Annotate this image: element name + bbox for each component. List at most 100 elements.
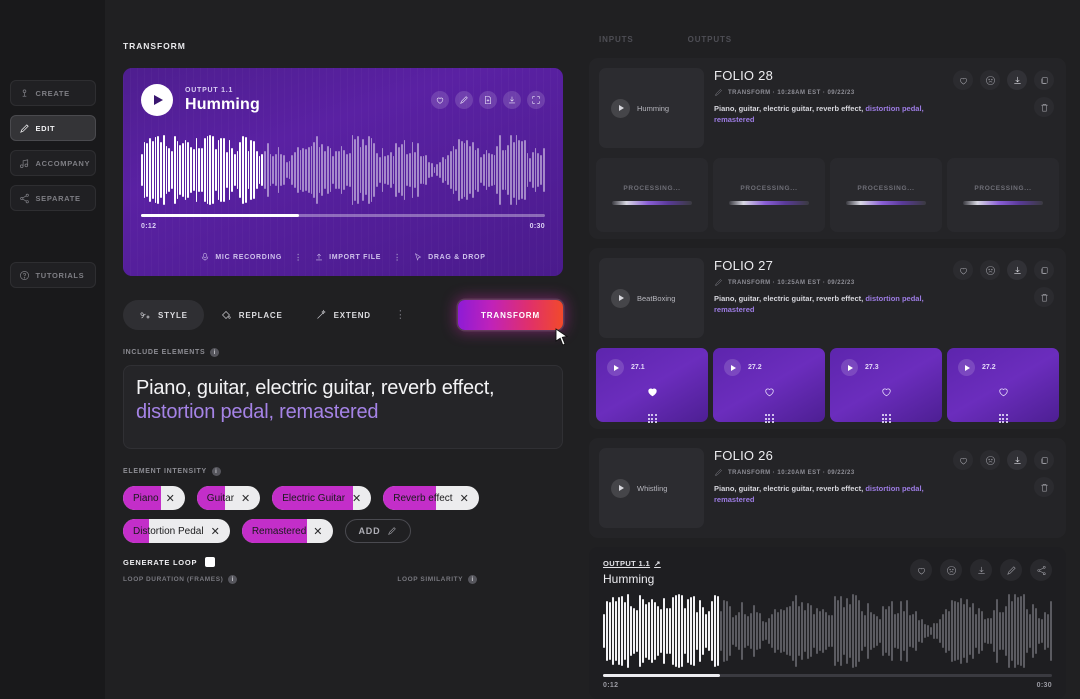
waveform-bar xyxy=(627,594,629,668)
sidebar-item-edit[interactable]: EDIT xyxy=(9,115,96,141)
close-icon[interactable]: ✕ xyxy=(352,492,361,505)
play-button[interactable] xyxy=(958,359,975,376)
style-button[interactable]: STYLE xyxy=(123,300,204,330)
play-button[interactable] xyxy=(611,98,630,118)
play-button[interactable] xyxy=(724,359,741,376)
grid-menu-icon[interactable] xyxy=(998,414,1008,423)
sad-face-icon-button[interactable] xyxy=(980,260,1000,280)
waveform-bar xyxy=(447,155,449,185)
bottom-seek-bar[interactable] xyxy=(603,674,1052,677)
more-options-button[interactable]: ⋮ xyxy=(387,309,414,321)
drag-drop-option[interactable]: DRAG & DROP xyxy=(413,252,485,262)
play-button[interactable] xyxy=(141,84,173,116)
folio-thumbnail[interactable]: Humming xyxy=(599,68,704,148)
add-element-button[interactable]: ADD xyxy=(344,519,412,543)
play-button[interactable] xyxy=(611,478,630,498)
seek-bar[interactable] xyxy=(141,214,545,217)
heart-icon-button[interactable] xyxy=(997,385,1010,403)
intensity-chip[interactable]: Guitar ✕ xyxy=(196,486,261,510)
info-icon[interactable]: i xyxy=(210,348,220,357)
info-icon[interactable]: i xyxy=(228,575,238,584)
heart-icon-button[interactable] xyxy=(763,385,776,403)
play-button[interactable] xyxy=(841,359,858,376)
edit-icon-button[interactable] xyxy=(1000,559,1022,581)
tab-outputs[interactable]: OUTPUTS xyxy=(688,35,732,44)
waveform-bar xyxy=(687,599,689,663)
trash-icon-button[interactable] xyxy=(1034,477,1054,497)
close-icon[interactable]: ✕ xyxy=(211,525,220,538)
heart-icon-button[interactable] xyxy=(953,260,973,280)
close-icon[interactable]: ✕ xyxy=(460,492,469,505)
tab-inputs[interactable]: INPUTS xyxy=(599,35,634,44)
folio-thumbnail[interactable]: BeatBoxing xyxy=(599,258,704,338)
grid-menu-icon[interactable] xyxy=(647,414,657,423)
bottom-player-kicker[interactable]: OUTPUT 1.1 ↗ xyxy=(603,559,661,568)
sad-face-icon-button[interactable] xyxy=(940,559,962,581)
intensity-chip[interactable]: Reverb effect ✕ xyxy=(383,486,479,510)
include-elements-label: INCLUDE ELEMENTS xyxy=(123,349,206,356)
version-tile[interactable]: 27.2 xyxy=(713,348,825,423)
transform-button[interactable]: TRANSFORM xyxy=(458,300,563,330)
info-icon[interactable]: i xyxy=(468,575,478,584)
intensity-chip[interactable]: Electric Guitar ✕ xyxy=(272,486,372,510)
play-button[interactable] xyxy=(611,288,630,308)
version-tile[interactable]: 27.1 xyxy=(596,348,708,423)
heart-icon-button[interactable] xyxy=(431,91,449,109)
heart-icon-button[interactable] xyxy=(910,559,932,581)
folio-description-highlight: distortion pedal, remastered xyxy=(714,484,924,505)
download-icon-button[interactable] xyxy=(1007,70,1027,90)
bottom-waveform[interactable] xyxy=(603,592,1052,670)
folio-thumbnail[interactable]: Whistling xyxy=(599,448,704,528)
mic-recording-option[interactable]: MIC RECORDING xyxy=(200,252,282,262)
version-tile[interactable]: 27.3 xyxy=(830,348,942,423)
share-icon-button[interactable] xyxy=(1030,559,1052,581)
waveform-bar xyxy=(654,601,656,661)
intensity-chip[interactable]: Distortion Pedal ✕ xyxy=(123,519,230,543)
waveform-bar xyxy=(612,596,614,665)
version-tile[interactable]: 27.2 xyxy=(947,348,1059,423)
prompt-textarea[interactable]: Piano, guitar, electric guitar, reverb e… xyxy=(123,365,563,449)
play-button[interactable] xyxy=(607,359,624,376)
waveform-bar xyxy=(699,599,701,663)
replace-button[interactable]: REPLACE xyxy=(204,300,299,330)
heart-icon-button[interactable] xyxy=(953,450,973,470)
intensity-chip[interactable]: Remastered ✕ xyxy=(241,519,333,543)
download-icon-button[interactable] xyxy=(503,91,521,109)
download-icon-button[interactable] xyxy=(970,559,992,581)
sidebar-item-tutorials[interactable]: TUTORIALS xyxy=(9,262,96,288)
divider-dots: ⋮ xyxy=(393,252,402,262)
copy-icon-button[interactable] xyxy=(1034,70,1054,90)
bottom-player-titles: OUTPUT 1.1 ↗ Humming xyxy=(603,559,661,586)
sidebar-item-separate[interactable]: SEPARATE xyxy=(9,185,96,211)
heart-icon-button[interactable] xyxy=(953,70,973,90)
close-icon[interactable]: ✕ xyxy=(313,525,322,538)
sad-face-icon-button[interactable] xyxy=(980,70,1000,90)
generate-loop-checkbox[interactable] xyxy=(205,557,216,567)
close-icon[interactable]: ✕ xyxy=(166,492,175,505)
expand-icon-button[interactable] xyxy=(527,91,545,109)
grid-menu-icon[interactable] xyxy=(881,414,891,423)
import-file-option[interactable]: IMPORT FILE xyxy=(314,252,381,262)
document-icon-button[interactable] xyxy=(479,91,497,109)
close-icon[interactable]: ✕ xyxy=(241,492,250,505)
download-icon-button[interactable] xyxy=(1007,450,1027,470)
sidebar-item-accompany[interactable]: ACCOMPANY xyxy=(9,150,96,176)
trash-icon-button[interactable] xyxy=(1034,97,1054,117)
intensity-chip[interactable]: Piano ✕ xyxy=(123,486,185,510)
info-icon[interactable]: i xyxy=(211,467,221,476)
heart-icon-button[interactable] xyxy=(646,385,659,403)
copy-icon-button[interactable] xyxy=(1034,260,1054,280)
heart-icon-button[interactable] xyxy=(880,385,893,403)
edit-icon-button[interactable] xyxy=(455,91,473,109)
sad-face-icon-button[interactable] xyxy=(980,450,1000,470)
waveform[interactable] xyxy=(141,134,545,206)
waveform-bar xyxy=(987,618,989,644)
extend-button[interactable]: EXTEND xyxy=(299,300,387,330)
grid-menu-icon[interactable] xyxy=(764,414,774,423)
waveform-bar xyxy=(1047,613,1049,649)
trash-icon-button[interactable] xyxy=(1034,287,1054,307)
download-icon-button[interactable] xyxy=(1007,260,1027,280)
folio-description: Piano, guitar, electric guitar, reverb e… xyxy=(714,294,924,315)
sidebar-item-create[interactable]: CREATE xyxy=(9,80,96,106)
copy-icon-button[interactable] xyxy=(1034,450,1054,470)
